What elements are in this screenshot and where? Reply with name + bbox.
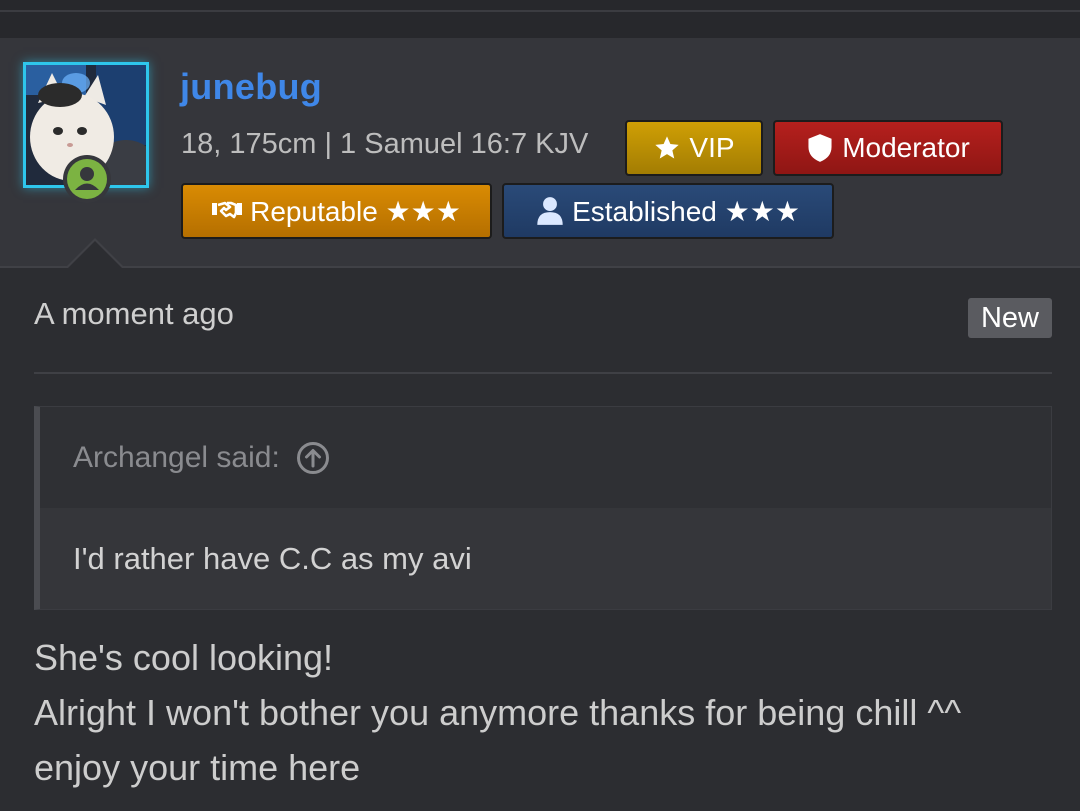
vip-badge-label: VIP bbox=[689, 132, 735, 163]
user-icon bbox=[537, 197, 563, 225]
quote-header: Archangel said: bbox=[40, 407, 1051, 508]
separator-line bbox=[0, 10, 1080, 12]
post-message: She's cool looking! Alright I won't both… bbox=[34, 634, 1064, 799]
message-line: She's cool looking! bbox=[34, 637, 334, 678]
quote-text: I'd rather have C.C as my avi bbox=[40, 508, 1051, 609]
online-status-badge bbox=[63, 155, 111, 203]
user-online-icon bbox=[67, 159, 107, 199]
header-pointer-fill bbox=[68, 241, 122, 268]
moderator-badge: Moderator bbox=[773, 120, 1003, 176]
post-divider bbox=[34, 372, 1052, 374]
post-timestamp[interactable]: A moment ago bbox=[34, 296, 234, 332]
established-badge: Established ★★★ bbox=[502, 183, 834, 239]
user-title: 18, 175cm | 1 Samuel 16:7 KJV bbox=[181, 128, 589, 160]
shield-icon bbox=[808, 134, 832, 162]
reputable-badge: Reputable ★★★ bbox=[181, 183, 492, 239]
previous-post-strip bbox=[0, 0, 1080, 38]
quote-block: Archangel said: I'd rather have C.C as m… bbox=[34, 406, 1052, 610]
established-badge-label: Established ★★★ bbox=[572, 195, 800, 227]
message-line: Alright I won't bother you anymore thank… bbox=[34, 692, 962, 733]
quote-author: Archangel said: bbox=[73, 440, 280, 474]
reputable-badge-label: Reputable ★★★ bbox=[250, 195, 461, 227]
handshake-icon bbox=[212, 201, 243, 219]
star-icon bbox=[655, 136, 680, 159]
vip-badge: VIP bbox=[625, 120, 763, 176]
username[interactable]: junebug bbox=[180, 66, 322, 108]
moderator-badge-label: Moderator bbox=[842, 132, 970, 163]
message-line: enjoy your time here bbox=[34, 747, 361, 788]
arrow-up-circle-icon[interactable] bbox=[296, 441, 330, 475]
new-post-tag: New bbox=[968, 298, 1052, 338]
